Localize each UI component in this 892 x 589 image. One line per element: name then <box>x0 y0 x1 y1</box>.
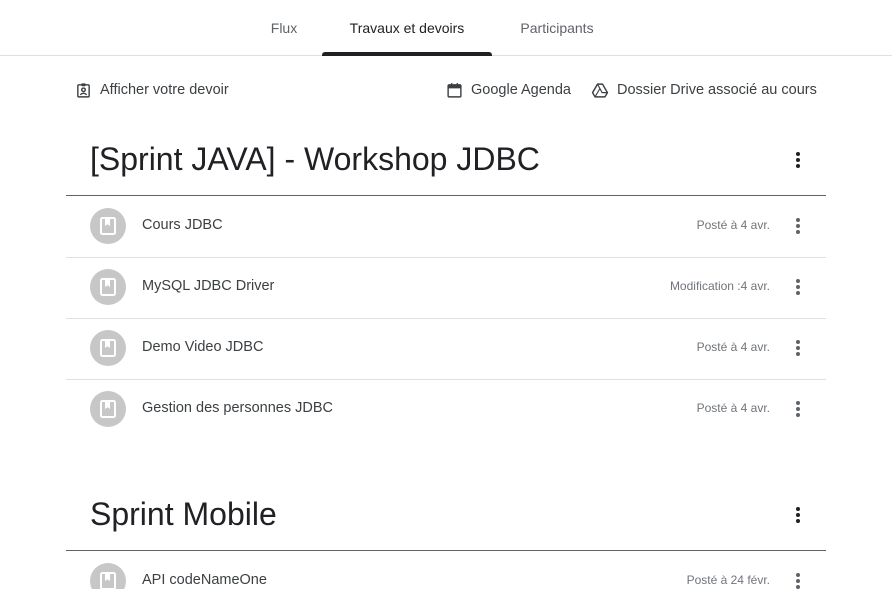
material-title: Demo Video JDBC <box>142 339 264 355</box>
tab-flux[interactable]: Flux <box>258 0 310 55</box>
topic-header: [Sprint JAVA] - Workshop JDBC <box>66 127 826 196</box>
material-avatar <box>90 563 126 589</box>
material-row[interactable]: MySQL JDBC Driver Modification :4 avr. <box>66 257 826 319</box>
google-drive-icon <box>591 82 609 98</box>
material-row[interactable]: Demo Video JDBC Posté à 4 avr. <box>66 318 826 380</box>
view-your-work-label: Afficher votre devoir <box>100 82 229 98</box>
bookmark-book-icon <box>100 217 116 235</box>
more-vert-icon <box>796 340 800 356</box>
bookmark-book-icon <box>100 339 116 357</box>
material-date: Posté à 4 avr. <box>696 218 770 232</box>
material-date: Posté à 4 avr. <box>696 340 770 354</box>
calendar-icon <box>447 82 462 98</box>
material-title: Gestion des personnes JDBC <box>142 400 334 416</box>
more-vert-icon <box>796 218 800 234</box>
classroom-page: Flux Travaux et devoirs Participants Aff… <box>0 0 892 589</box>
tab-participants[interactable]: Participants <box>504 0 610 55</box>
material-title: API codeNameOne <box>142 572 267 588</box>
material-row[interactable]: API codeNameOne Posté à 24 févr. <box>66 551 826 589</box>
material-row[interactable]: Gestion des personnes JDBC Posté à 4 avr… <box>66 379 826 440</box>
material-title: MySQL JDBC Driver <box>142 278 275 294</box>
topic-title: Sprint Mobile <box>90 496 277 532</box>
tab-flux-label: Flux <box>270 19 298 36</box>
topic-title: [Sprint JAVA] - Workshop JDBC <box>90 141 540 177</box>
drive-folder-label: Dossier Drive associé au cours <box>617 82 817 98</box>
tab-travaux-et-devoirs[interactable]: Travaux et devoirs <box>322 0 492 56</box>
material-more-options-button[interactable] <box>786 275 810 299</box>
material-more-options-button[interactable] <box>786 336 810 360</box>
more-vert-icon <box>796 279 800 295</box>
material-row[interactable]: Cours JDBC Posté à 4 avr. <box>66 196 826 258</box>
material-avatar <box>90 208 126 244</box>
tab-bar: Flux Travaux et devoirs Participants <box>0 0 892 56</box>
assignment-ind-icon <box>77 82 90 98</box>
tab-travaux-label: Travaux et devoirs <box>349 19 465 36</box>
bookmark-book-icon <box>100 278 116 296</box>
topic-more-options-button[interactable] <box>786 148 810 172</box>
more-vert-icon <box>796 401 800 417</box>
material-more-options-button[interactable] <box>786 569 810 589</box>
bookmark-book-icon <box>100 572 116 589</box>
more-vert-icon <box>796 507 800 523</box>
material-title: Cours JDBC <box>142 217 223 233</box>
drive-folder-link[interactable]: Dossier Drive associé au cours <box>591 80 817 100</box>
material-avatar <box>90 391 126 427</box>
material-date: Posté à 4 avr. <box>696 401 770 415</box>
material-more-options-button[interactable] <box>786 397 810 421</box>
view-your-work-link[interactable]: Afficher votre devoir <box>75 80 229 100</box>
material-avatar <box>90 330 126 366</box>
more-vert-icon <box>796 573 800 589</box>
material-date: Modification :4 avr. <box>669 279 770 293</box>
material-avatar <box>90 269 126 305</box>
material-date: Posté à 24 févr. <box>686 573 770 587</box>
material-more-options-button[interactable] <box>786 214 810 238</box>
topic-header: Sprint Mobile <box>66 482 826 551</box>
tab-participants-label: Participants <box>520 19 594 36</box>
topic-more-options-button[interactable] <box>786 503 810 527</box>
google-calendar-link[interactable]: Google Agenda <box>446 80 571 100</box>
google-calendar-label: Google Agenda <box>471 82 571 98</box>
bookmark-book-icon <box>100 400 116 418</box>
more-vert-icon <box>796 152 800 168</box>
